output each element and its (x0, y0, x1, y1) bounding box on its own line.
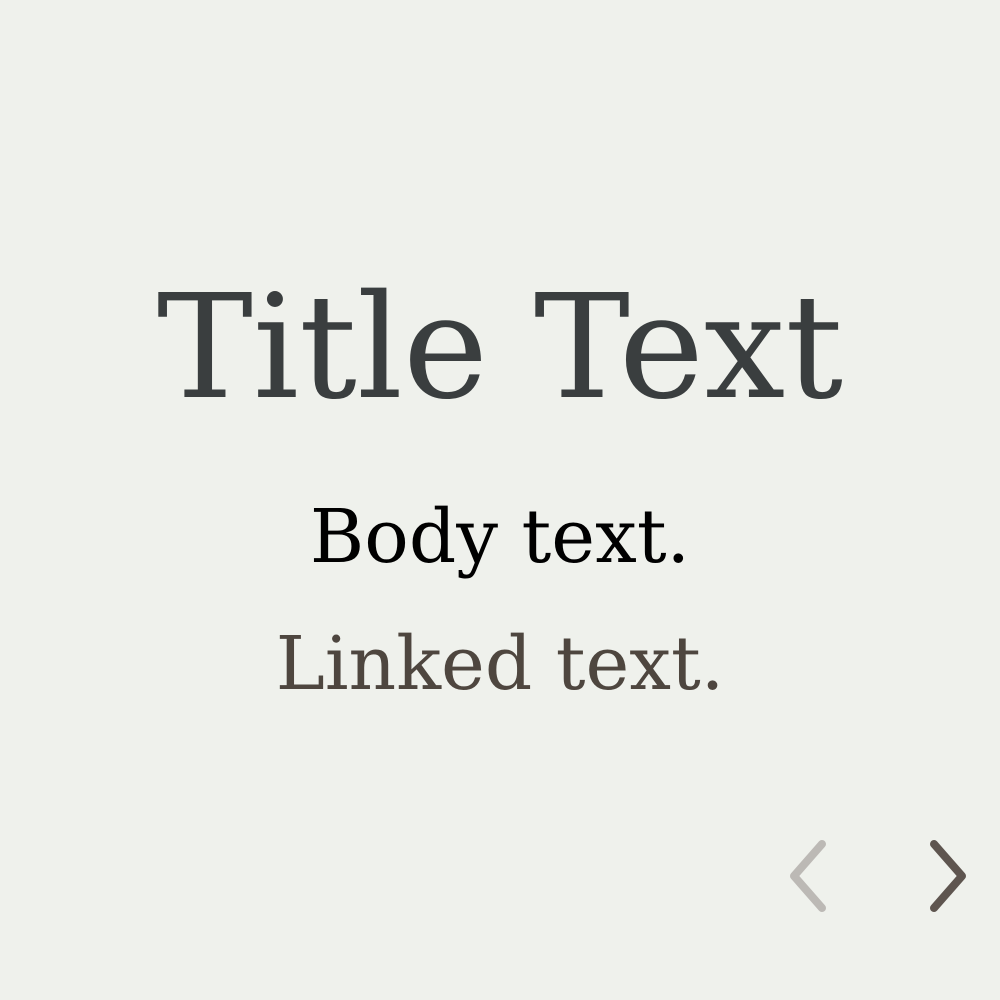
chevron-right-icon (930, 840, 966, 912)
chevron-left-icon (790, 840, 826, 912)
next-slide-button[interactable] (916, 838, 976, 914)
slide-title: Title Text (156, 263, 844, 431)
previous-slide-button[interactable] (776, 838, 836, 914)
slide-body-text: Body text. (309, 494, 691, 580)
slide-link[interactable]: Linked text. (0, 627, 1000, 701)
slide: Title Text Body text. Linked text. (0, 0, 1000, 1000)
